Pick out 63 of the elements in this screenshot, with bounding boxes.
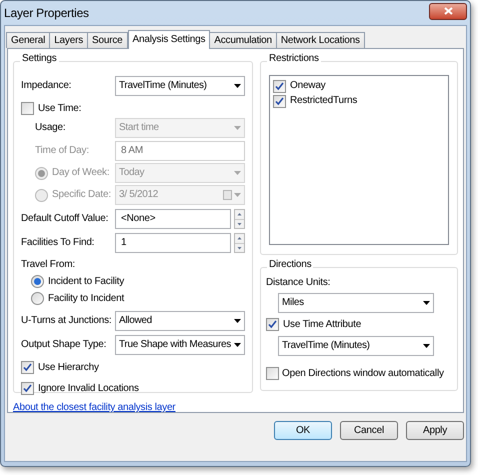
field-label: Default Cutoff Value: bbox=[21, 213, 108, 224]
field-label: Impedance: bbox=[21, 80, 72, 91]
dialog-button[interactable]: OK bbox=[274, 421, 332, 440]
checked-checkbox[interactable] bbox=[21, 382, 34, 395]
dropdown[interactable]: TravelTime (Minutes) bbox=[278, 336, 434, 356]
dropdown-arrow-icon bbox=[423, 301, 430, 305]
dropdown-arrow-icon bbox=[423, 344, 430, 348]
calendar-icon bbox=[223, 190, 232, 200]
field-label: Use Time: bbox=[38, 104, 82, 114]
dropdown-arrow-icon bbox=[234, 319, 241, 323]
checked-checkbox[interactable] bbox=[21, 361, 34, 374]
tab[interactable]: Network Locations bbox=[276, 32, 365, 48]
field-label: Day of Week: bbox=[52, 168, 110, 178]
radio-button[interactable] bbox=[31, 292, 44, 305]
field-label: Oneway bbox=[290, 81, 326, 91]
field-label: Usage: bbox=[35, 122, 66, 132]
dialog-button[interactable]: Apply bbox=[406, 421, 464, 440]
field-label: Specific Date: bbox=[52, 190, 111, 200]
field-label: RestrictedTurns bbox=[290, 96, 358, 106]
checked-checkbox[interactable] bbox=[273, 80, 286, 92]
field-label: Distance Units: bbox=[266, 278, 332, 288]
spin-buttons[interactable] bbox=[234, 233, 245, 253]
help-link[interactable]: About the closest facility analysis layer bbox=[13, 403, 176, 413]
text-field[interactable]: 1 bbox=[115, 233, 231, 253]
dropdown-arrow-icon bbox=[234, 171, 241, 175]
checked-checkbox[interactable] bbox=[266, 318, 279, 331]
dropdown[interactable]: Miles bbox=[278, 293, 434, 313]
field-label: Facility to Incident bbox=[48, 294, 124, 304]
dropdown-arrow-icon bbox=[234, 343, 241, 347]
window-title: Layer Properties bbox=[4, 7, 89, 19]
dropdown[interactable]: Allowed bbox=[115, 311, 245, 331]
tab[interactable]: Accumulation bbox=[209, 32, 277, 48]
field-label: Time of Day: bbox=[35, 144, 89, 156]
dropdown[interactable]: True Shape with Measures bbox=[115, 335, 245, 355]
field-label: Use Hierarchy bbox=[38, 362, 99, 372]
field-label: Travel From: bbox=[21, 260, 75, 270]
group-title: Settings bbox=[20, 54, 59, 64]
group-title: Directions bbox=[267, 260, 314, 270]
tab[interactable]: Source bbox=[87, 32, 128, 48]
checkbox[interactable] bbox=[21, 102, 34, 115]
dropdown-arrow-icon bbox=[234, 126, 241, 130]
field-label: Incident to Facility bbox=[48, 276, 124, 286]
field-label: U-Turns at Junctions: bbox=[21, 315, 112, 326]
dialog-button[interactable]: Cancel bbox=[340, 421, 398, 440]
group-title: Restrictions bbox=[267, 54, 321, 64]
tab[interactable]: Analysis Settings bbox=[128, 30, 210, 49]
field-label: Open Directions window automatically bbox=[282, 368, 444, 378]
close-icon bbox=[444, 7, 452, 15]
field-label: Ignore Invalid Locations bbox=[38, 384, 139, 394]
field-label: Facilities To Find: bbox=[21, 237, 94, 248]
dropdown[interactable]: TravelTime (Minutes) bbox=[115, 76, 245, 96]
checked-checkbox[interactable] bbox=[273, 94, 286, 108]
tab[interactable]: General bbox=[6, 32, 50, 48]
field-label: Output Shape Type: bbox=[21, 339, 106, 350]
text-field[interactable]: <None> bbox=[115, 209, 231, 229]
checkbox[interactable] bbox=[266, 367, 279, 380]
close-button[interactable] bbox=[429, 2, 467, 20]
dropdown-arrow-icon bbox=[234, 193, 241, 197]
radio-button[interactable] bbox=[31, 275, 44, 288]
field-label: Use Time Attribute bbox=[283, 320, 362, 330]
spin-buttons[interactable] bbox=[234, 209, 245, 229]
dropdown-arrow-icon bbox=[234, 84, 241, 88]
tab[interactable]: Layers bbox=[49, 32, 88, 48]
